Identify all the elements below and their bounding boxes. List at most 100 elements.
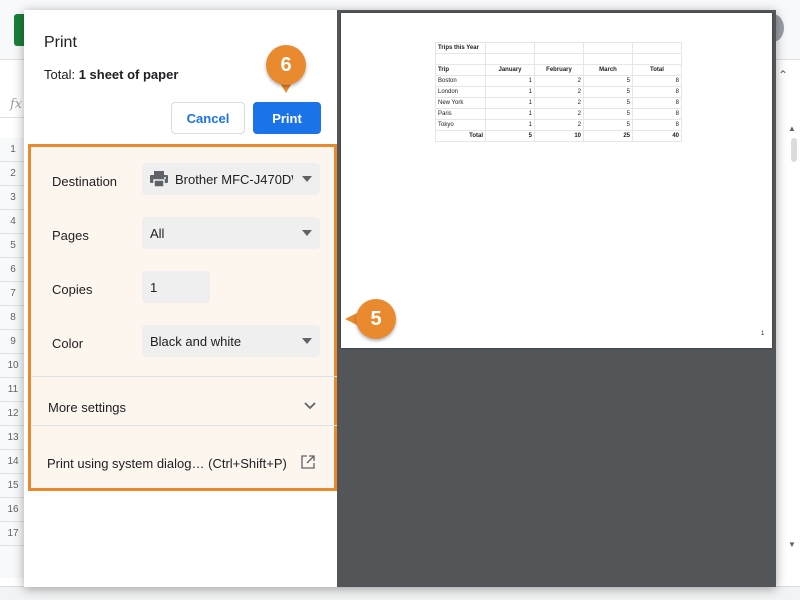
table-cell: Boston: [435, 75, 486, 87]
step-6-badge: 6: [266, 45, 306, 85]
row-number[interactable]: 14: [0, 450, 26, 474]
copies-value: 1: [150, 279, 158, 295]
dialog-title: Print: [44, 34, 77, 51]
table-row: New York 1 2 5 8: [435, 97, 682, 109]
table-cell: 10: [534, 130, 584, 142]
divider: [31, 425, 338, 426]
table-cell: 1: [485, 75, 535, 87]
table-cell: 25: [583, 130, 633, 142]
table-cell: 8: [632, 75, 682, 87]
table-cell: Tokyo: [435, 119, 486, 131]
table-cell: 5: [583, 97, 633, 109]
table-cell: 40: [632, 130, 682, 142]
table-cell: 2: [534, 86, 584, 98]
table-total-row: Total 5 10 25 40: [435, 130, 682, 142]
color-value: Black and white: [150, 333, 242, 349]
row-header-gutter: 1 2 3 4 5 6 7 8 9 10 11 12 13 14 15 16 17: [0, 138, 26, 578]
color-label: Color: [52, 336, 84, 351]
row-number[interactable]: 2: [0, 162, 26, 186]
pages-select[interactable]: All: [142, 217, 320, 249]
table-cell: 8: [632, 119, 682, 131]
row-number[interactable]: 8: [0, 306, 26, 330]
destination-label: Destination: [52, 174, 118, 189]
row-number[interactable]: 16: [0, 498, 26, 522]
print-dialog: Print Total: 1 sheet of paper Cancel Pri…: [24, 10, 776, 587]
printer-icon: [150, 171, 168, 188]
header-cell: Total: [632, 64, 682, 76]
more-settings-label[interactable]: More settings: [48, 400, 126, 415]
color-select[interactable]: Black and white: [142, 325, 320, 357]
chevron-up-icon[interactable]: ⌃: [776, 68, 790, 82]
sheet-count: Total: 1 sheet of paper: [44, 67, 178, 82]
row-number[interactable]: 3: [0, 186, 26, 210]
table-cell: 5: [583, 119, 633, 131]
row-number[interactable]: 12: [0, 402, 26, 426]
row-number[interactable]: 9: [0, 330, 26, 354]
table-cell: 5: [583, 108, 633, 120]
scrollbar-thumb[interactable]: [791, 138, 797, 162]
scroll-down-arrow-icon[interactable]: ▼: [786, 540, 798, 552]
header-cell: February: [534, 64, 584, 76]
table-cell: London: [435, 86, 486, 98]
table-cell: 1: [485, 97, 535, 109]
table-cell: 5: [583, 86, 633, 98]
sheet-tab-bar: [0, 586, 800, 600]
table-cell: Paris: [435, 108, 486, 120]
row-number[interactable]: 4: [0, 210, 26, 234]
table-cell: 8: [632, 86, 682, 98]
table-cell: 5: [485, 130, 535, 142]
table-cell: 1: [485, 119, 535, 131]
table-cell: 1: [485, 86, 535, 98]
table-row: London 1 2 5 8: [435, 86, 682, 98]
chevron-down-icon: [302, 338, 312, 344]
destination-select[interactable]: Brother MFC-J470DW: [142, 163, 320, 195]
formula-icon: fx: [10, 97, 23, 112]
preview-table-title: Trips this Year: [435, 42, 486, 54]
step-5-badge: 5: [356, 299, 396, 339]
table-cell: 2: [534, 119, 584, 131]
row-number[interactable]: 7: [0, 282, 26, 306]
system-dialog-link[interactable]: Print using system dialog… (Ctrl+Shift+P…: [47, 456, 287, 471]
print-settings-panel: Print Total: 1 sheet of paper Cancel Pri…: [24, 10, 338, 587]
destination-value: Brother MFC-J470DW: [175, 171, 293, 187]
table-cell: 8: [632, 97, 682, 109]
total-prefix: Total:: [44, 67, 79, 82]
copies-input[interactable]: 1: [142, 271, 210, 303]
row-number[interactable]: 5: [0, 234, 26, 258]
chevron-down-icon: [302, 176, 312, 182]
header-cell: March: [583, 64, 633, 76]
table-cell: New York: [435, 97, 486, 109]
preview-page: Trips this Year Trip January February Ma…: [341, 13, 772, 348]
copies-label: Copies: [52, 282, 93, 297]
row-number[interactable]: 1: [0, 138, 26, 162]
row-number[interactable]: 11: [0, 378, 26, 402]
total-value: 1 sheet of paper: [78, 67, 179, 82]
table-row: Tokyo 1 2 5 8: [435, 119, 682, 131]
row-number[interactable]: 15: [0, 474, 26, 498]
table-cell: 5: [583, 75, 633, 87]
cancel-button[interactable]: Cancel: [171, 102, 245, 134]
chevron-down-icon: [302, 230, 312, 236]
open-in-new-icon[interactable]: [301, 455, 315, 469]
pages-label: Pages: [52, 228, 89, 243]
table-cell: 2: [534, 75, 584, 87]
row-number[interactable]: 13: [0, 426, 26, 450]
divider: [31, 376, 338, 377]
table-row: Boston 1 2 5 8: [435, 75, 682, 87]
settings-highlight-box: Destination Brother MFC-J470DW Pages All…: [28, 144, 338, 491]
table-cell: Total: [435, 130, 486, 142]
row-number[interactable]: 17: [0, 522, 26, 546]
header-cell: January: [485, 64, 535, 76]
print-button[interactable]: Print: [253, 102, 321, 134]
table-cell: 2: [534, 108, 584, 120]
print-preview-area: Trips this Year Trip January February Ma…: [337, 10, 776, 587]
scroll-up-arrow-icon[interactable]: ▲: [786, 124, 798, 136]
preview-table: Trips this Year Trip January February Ma…: [435, 42, 682, 142]
preview-page-number: 1: [761, 331, 765, 337]
table-header-row: Trip January February March Total: [435, 64, 682, 76]
table-cell: 2: [534, 97, 584, 109]
row-number[interactable]: 10: [0, 354, 26, 378]
row-number[interactable]: 6: [0, 258, 26, 282]
chevron-down-icon[interactable]: [302, 397, 318, 413]
pages-value: All: [150, 225, 165, 241]
